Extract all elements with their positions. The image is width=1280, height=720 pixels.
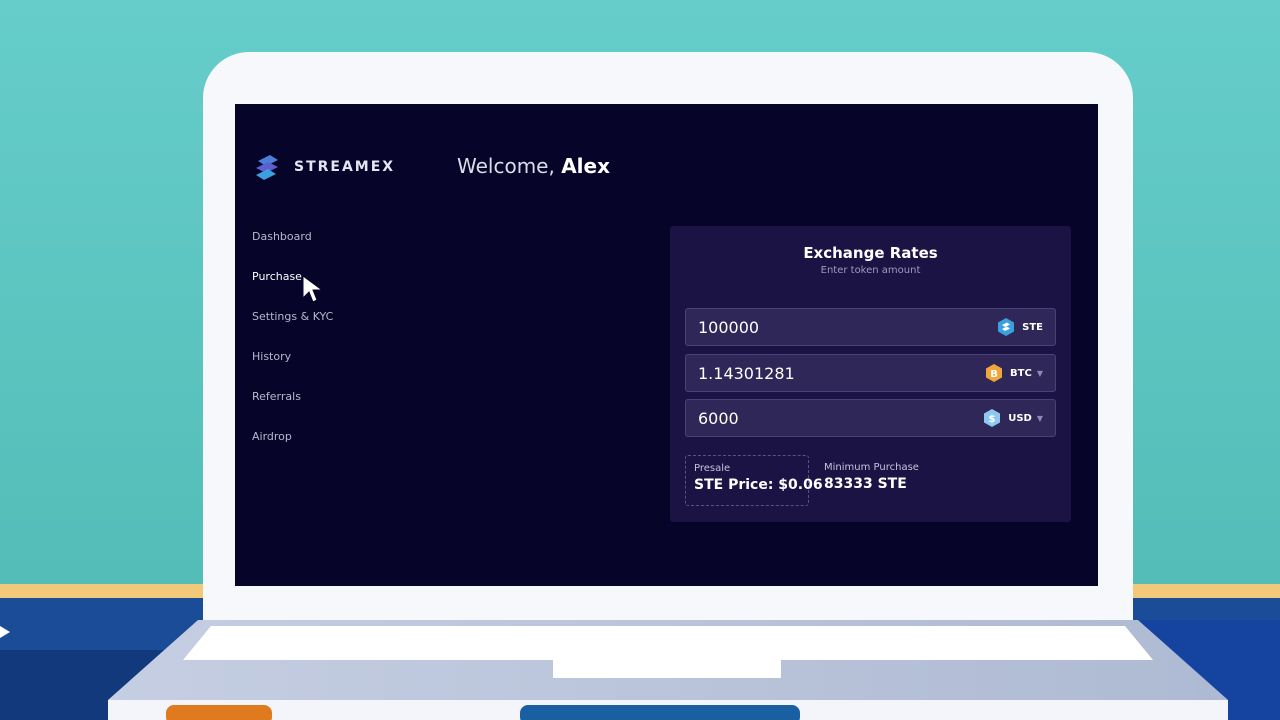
svg-text:$: $ — [989, 414, 996, 425]
usd-amount-value[interactable]: 6000 — [698, 409, 739, 428]
usd-currency-code: USD — [1008, 412, 1032, 424]
brand[interactable]: STREAMEX — [252, 152, 395, 182]
sidebar-nav: Dashboard Purchase Settings & KYC Histor… — [252, 230, 333, 470]
usd-currency-select[interactable]: $ USD ▼ — [983, 409, 1043, 427]
welcome-prefix: Welcome, — [457, 154, 555, 178]
btc-currency-code: BTC — [1010, 367, 1032, 379]
btc-coin-icon: B — [986, 364, 1003, 382]
exchange-subtitle: Enter token amount — [820, 265, 921, 276]
minimum-purchase-box: Minimum Purchase 83333 STE — [824, 462, 919, 492]
btc-amount-field[interactable]: 1.14301281 B BTC ▼ — [685, 354, 1056, 392]
app-screen: STREAMEX Welcome, Alex Dashboard Purchas… — [235, 104, 1098, 586]
ste-amount-field[interactable]: 100000 STE — [685, 308, 1056, 346]
sidebar-item-dashboard[interactable]: Dashboard — [252, 230, 333, 270]
chevron-down-icon[interactable]: ▼ — [1037, 369, 1043, 378]
welcome-heading: Welcome, Alex — [457, 154, 610, 178]
ste-amount-value[interactable]: 100000 — [698, 318, 759, 337]
welcome-user-name: Alex — [561, 154, 611, 178]
usd-coin-icon: $ — [984, 409, 1001, 427]
streamex-logo-icon — [256, 155, 278, 180]
minimum-purchase-label: Minimum Purchase — [824, 462, 919, 473]
floor-arrow-shape — [0, 626, 10, 638]
usd-amount-field[interactable]: 6000 $ USD ▼ — [685, 399, 1056, 437]
ste-coin-icon — [998, 318, 1015, 336]
presale-label: Presale — [694, 463, 731, 474]
btc-amount-value[interactable]: 1.14301281 — [698, 364, 795, 383]
ste-currency-code: STE — [1022, 321, 1043, 333]
exchange-rates-card: Exchange Rates Enter token amount 100000… — [670, 226, 1071, 522]
sidebar-item-settings-kyc[interactable]: Settings & KYC — [252, 310, 333, 350]
sidebar-item-history[interactable]: History — [252, 350, 333, 390]
btc-currency-select[interactable]: B BTC ▼ — [985, 364, 1043, 382]
mouse-pointer-icon — [302, 275, 324, 303]
presale-price: STE Price: $0.06 — [694, 477, 823, 493]
chevron-down-icon[interactable]: ▼ — [1037, 414, 1043, 423]
minimum-purchase-value: 83333 STE — [824, 476, 907, 492]
brand-name: STREAMEX — [294, 159, 396, 175]
sidebar-item-airdrop[interactable]: Airdrop — [252, 430, 333, 470]
laptop-keyboard-area — [183, 626, 1153, 660]
sidebar-item-referrals[interactable]: Referrals — [252, 390, 333, 430]
svg-text:B: B — [990, 369, 998, 380]
ste-currency-label: STE — [997, 318, 1043, 336]
laptop-accent-orange — [166, 705, 272, 720]
laptop-trackpad — [553, 658, 781, 678]
exchange-title: Exchange Rates — [803, 244, 938, 262]
laptop-accent-blue — [520, 705, 800, 720]
presale-price-box: Presale STE Price: $0.06 — [685, 455, 823, 506]
